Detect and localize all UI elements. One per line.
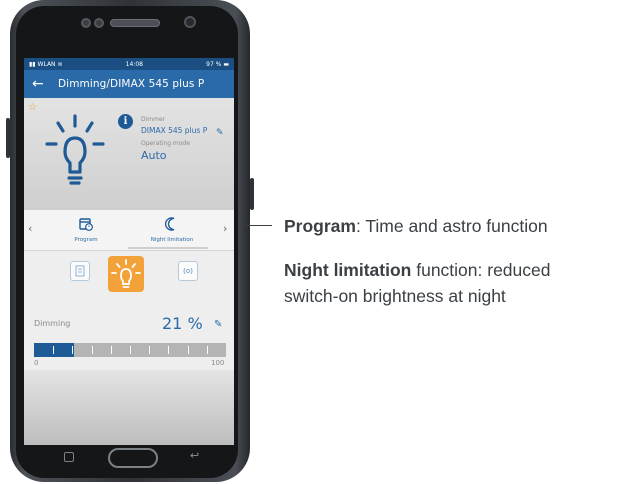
status-bar: ▮▮ WLAN ≋ 14:08 97 % ▬ bbox=[24, 58, 234, 70]
operating-mode-label: Operating mode bbox=[141, 140, 190, 147]
wifi-icon: ≋ bbox=[57, 60, 63, 68]
device-name: DIMAX 545 plus P bbox=[141, 126, 208, 135]
sensor-dot bbox=[94, 18, 104, 28]
clock: 14:08 bbox=[125, 60, 143, 68]
signal-icon: ▮▮ bbox=[29, 60, 36, 68]
volume-button bbox=[6, 118, 10, 158]
tab-night-limitation[interactable]: Night limitation bbox=[142, 216, 202, 243]
light-bulb-icon bbox=[111, 259, 141, 288]
signal-wifi-status: ▮▮ WLAN ≋ bbox=[29, 61, 63, 68]
slider-min-label: 0 bbox=[34, 359, 39, 367]
info-icon[interactable]: i bbox=[118, 114, 133, 129]
app-bar: ← Dimming/DIMAX 545 plus P bbox=[24, 70, 234, 98]
earpiece-speaker bbox=[110, 19, 160, 27]
annotation-night-limitation: Night limitation function: reduced bbox=[284, 258, 550, 282]
function-tabs: ‹ Program Night limitation › bbox=[24, 210, 234, 251]
recent-apps-icon[interactable] bbox=[64, 452, 74, 462]
annotation-night-text-line2: switch-on brightness at night bbox=[284, 286, 506, 306]
annotation-program: Program: Time and astro function bbox=[284, 214, 548, 238]
edit-dimming-pencil-icon[interactable]: ✎ bbox=[214, 319, 222, 330]
remote-mode-icon bbox=[183, 267, 193, 275]
edit-name-pencil-icon[interactable]: ✎ bbox=[216, 128, 224, 138]
slider-tick bbox=[130, 346, 131, 354]
dimming-label: Dimming bbox=[34, 319, 71, 328]
slider-tick bbox=[72, 346, 73, 354]
home-button[interactable] bbox=[108, 448, 158, 468]
callout-line bbox=[246, 225, 272, 226]
annotation-program-text: : Time and astro function bbox=[355, 216, 548, 236]
slider-track[interactable] bbox=[34, 343, 226, 357]
slider-tick bbox=[207, 346, 208, 354]
tab-program-label: Program bbox=[74, 237, 98, 243]
slider-tick bbox=[92, 346, 93, 354]
tab-night-limitation-label: Night limitation bbox=[150, 237, 194, 243]
slider-tick bbox=[188, 346, 189, 354]
slider-tick bbox=[53, 346, 54, 354]
calendar-clock-icon bbox=[79, 218, 93, 231]
device-panel: ☆ i Dimmer DIMAX 545 plus P ✎ Operating … bbox=[24, 98, 234, 210]
mode-selector bbox=[24, 251, 234, 309]
annotation-night-text: function: reduced bbox=[411, 260, 551, 280]
light-mode-button[interactable] bbox=[108, 256, 144, 292]
phone-nav-bar: ↩ bbox=[24, 445, 234, 475]
chevron-right-icon[interactable]: › bbox=[223, 222, 227, 235]
sensor-mode-button[interactable] bbox=[70, 261, 90, 281]
sensor-dot bbox=[81, 18, 91, 28]
tab-program[interactable]: Program bbox=[66, 216, 106, 243]
slider-tick bbox=[168, 346, 169, 354]
dimming-row: Dimming 21 % ✎ bbox=[24, 309, 234, 341]
battery-icon: ▬ bbox=[223, 60, 229, 68]
slider-max-label: 100 bbox=[211, 359, 225, 367]
moon-icon bbox=[164, 217, 175, 231]
back-icon[interactable]: ↩ bbox=[190, 449, 199, 462]
dimming-slider[interactable]: 0 100 bbox=[24, 341, 234, 371]
annotation-night-limitation-line2: switch-on brightness at night bbox=[284, 284, 506, 308]
front-camera bbox=[184, 16, 196, 28]
chevron-left-icon[interactable]: ‹ bbox=[28, 222, 32, 235]
carrier-label: WLAN bbox=[37, 60, 56, 68]
sensor-mode-icon bbox=[75, 265, 85, 277]
light-bulb-icon bbox=[45, 114, 105, 185]
active-tab-indicator bbox=[128, 247, 208, 249]
dimming-value: 21 % bbox=[162, 314, 203, 333]
screen-empty-area bbox=[24, 370, 234, 445]
slider-tick bbox=[111, 346, 112, 354]
phone-screen: ▮▮ WLAN ≋ 14:08 97 % ▬ ← Dimming/DIMAX 5… bbox=[24, 58, 234, 445]
battery-label: 97 % bbox=[206, 60, 222, 68]
power-button bbox=[250, 178, 254, 210]
remote-mode-button[interactable] bbox=[178, 261, 198, 281]
annotation-night-bold: Night limitation bbox=[284, 260, 412, 280]
device-type-label: Dimmer bbox=[141, 116, 166, 123]
slider-tick bbox=[149, 346, 150, 354]
back-arrow-icon[interactable]: ← bbox=[32, 77, 48, 91]
slider-fill bbox=[34, 343, 75, 357]
page-title: Dimming/DIMAX 545 plus P bbox=[58, 78, 205, 90]
annotation-program-bold: Program bbox=[284, 216, 356, 236]
phone-frame: ▮▮ WLAN ≋ 14:08 97 % ▬ ← Dimming/DIMAX 5… bbox=[6, 0, 256, 484]
favorite-star-icon[interactable]: ☆ bbox=[28, 102, 37, 113]
operating-mode-value: Auto bbox=[141, 149, 167, 162]
battery-status: 97 % ▬ bbox=[206, 61, 229, 68]
